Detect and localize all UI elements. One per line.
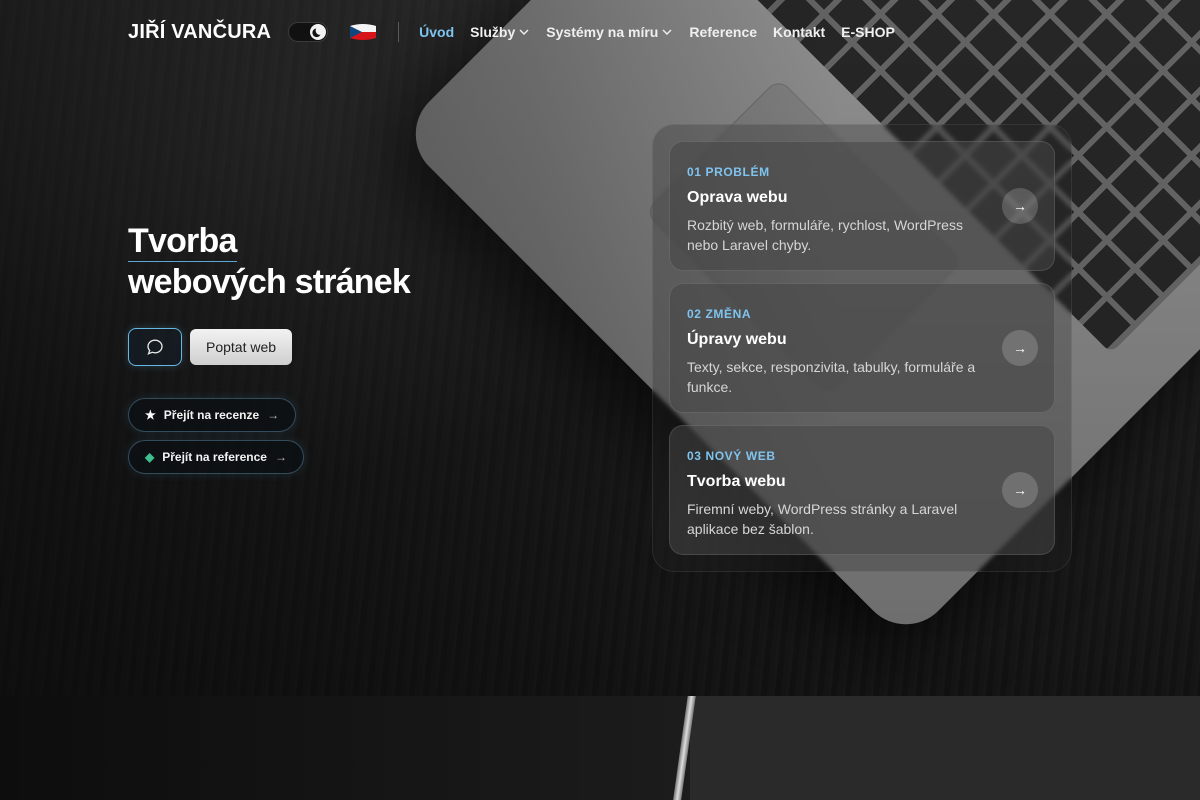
site-logo[interactable]: JIŘÍ VANČURA — [128, 21, 271, 44]
nav-references[interactable]: Reference — [689, 24, 757, 40]
star-icon: ★ — [145, 408, 156, 422]
reviews-link-label: Přejít na recenze — [163, 408, 260, 422]
chevron-down-icon — [519, 29, 529, 35]
nav-home[interactable]: Úvod — [419, 24, 454, 40]
header-divider — [398, 22, 400, 42]
nav-systems-label: Systémy na míru — [546, 24, 659, 40]
main-nav: Úvod Služby Systémy na míru Reference Ko… — [419, 24, 911, 40]
arrow-right-icon: → — [274, 450, 287, 464]
service-card-kicker: 02 ZMĚNA — [687, 307, 752, 321]
service-card-new-web[interactable]: 03 NOVÝ WEB Tvorba webu Firemní weby, Wo… — [669, 425, 1055, 555]
service-card-edits[interactable]: 02 ZMĚNA Úpravy webu Texty, sekce, respo… — [669, 283, 1055, 413]
next-section-preview — [0, 696, 1200, 800]
moon-icon — [310, 24, 327, 40]
service-card-kicker: 01 PROBLÉM — [687, 165, 770, 179]
service-card-description: Firemní weby, WordPress stránky a Larave… — [687, 501, 958, 537]
nav-home-label: Úvod — [419, 24, 455, 40]
hero-title-line1: Tvorba — [128, 222, 237, 262]
chevron-down-icon — [662, 29, 672, 35]
service-card-title: Tvorba webu — [687, 473, 786, 490]
chat-button[interactable] — [128, 328, 182, 366]
lower-left-photo — [0, 696, 700, 800]
nav-eshop-label: E-SHOP — [841, 24, 895, 40]
hero-cta-row: Poptat web — [128, 328, 293, 366]
arrow-right-icon[interactable]: → — [1002, 472, 1038, 508]
theme-toggle[interactable] — [288, 22, 329, 42]
arrow-right-icon: → — [267, 408, 280, 422]
czech-flag-icon[interactable] — [348, 22, 378, 42]
service-card-repair[interactable]: 01 PROBLÉM Oprava webu Rozbitý web, form… — [669, 141, 1055, 271]
arrow-right-icon[interactable]: → — [1002, 330, 1038, 366]
nav-services[interactable]: Služby — [470, 24, 530, 40]
site-header: JIŘÍ VANČURA Úvod Služby Systémy na míru… — [128, 16, 911, 48]
service-card-description: Rozbitý web, formuláře, rychlost, WordPr… — [687, 217, 963, 253]
service-card-kicker: 03 NOVÝ WEB — [687, 449, 776, 463]
nav-contact[interactable]: Kontakt — [773, 24, 825, 40]
references-link-label: Přejít na reference — [162, 450, 267, 464]
diamond-icon: ◆ — [145, 450, 155, 464]
service-card-description: Texty, sekce, responzivita, tabulky, for… — [687, 359, 976, 395]
nav-services-label: Služby — [470, 24, 516, 40]
nav-references-label: Reference — [689, 24, 758, 40]
references-link[interactable]: ◆ Přejít na reference → — [128, 440, 304, 474]
service-card-title: Úpravy webu — [687, 331, 787, 348]
nav-eshop[interactable]: E-SHOP — [841, 24, 895, 40]
nav-contact-label: Kontakt — [773, 24, 826, 40]
quote-button[interactable]: Poptat web — [190, 329, 293, 365]
arrow-right-icon[interactable]: → — [1002, 188, 1038, 224]
reviews-link[interactable]: ★ Přejít na recenze → — [128, 398, 297, 432]
service-card-title: Oprava webu — [687, 189, 788, 206]
hero-title-line2: webových stránek — [128, 263, 411, 301]
nav-systems[interactable]: Systémy na míru — [546, 24, 673, 40]
lower-right-panel — [690, 696, 1200, 800]
hero-title: Tvorba webových stránek — [128, 221, 411, 302]
chat-bubble-icon — [147, 339, 163, 355]
